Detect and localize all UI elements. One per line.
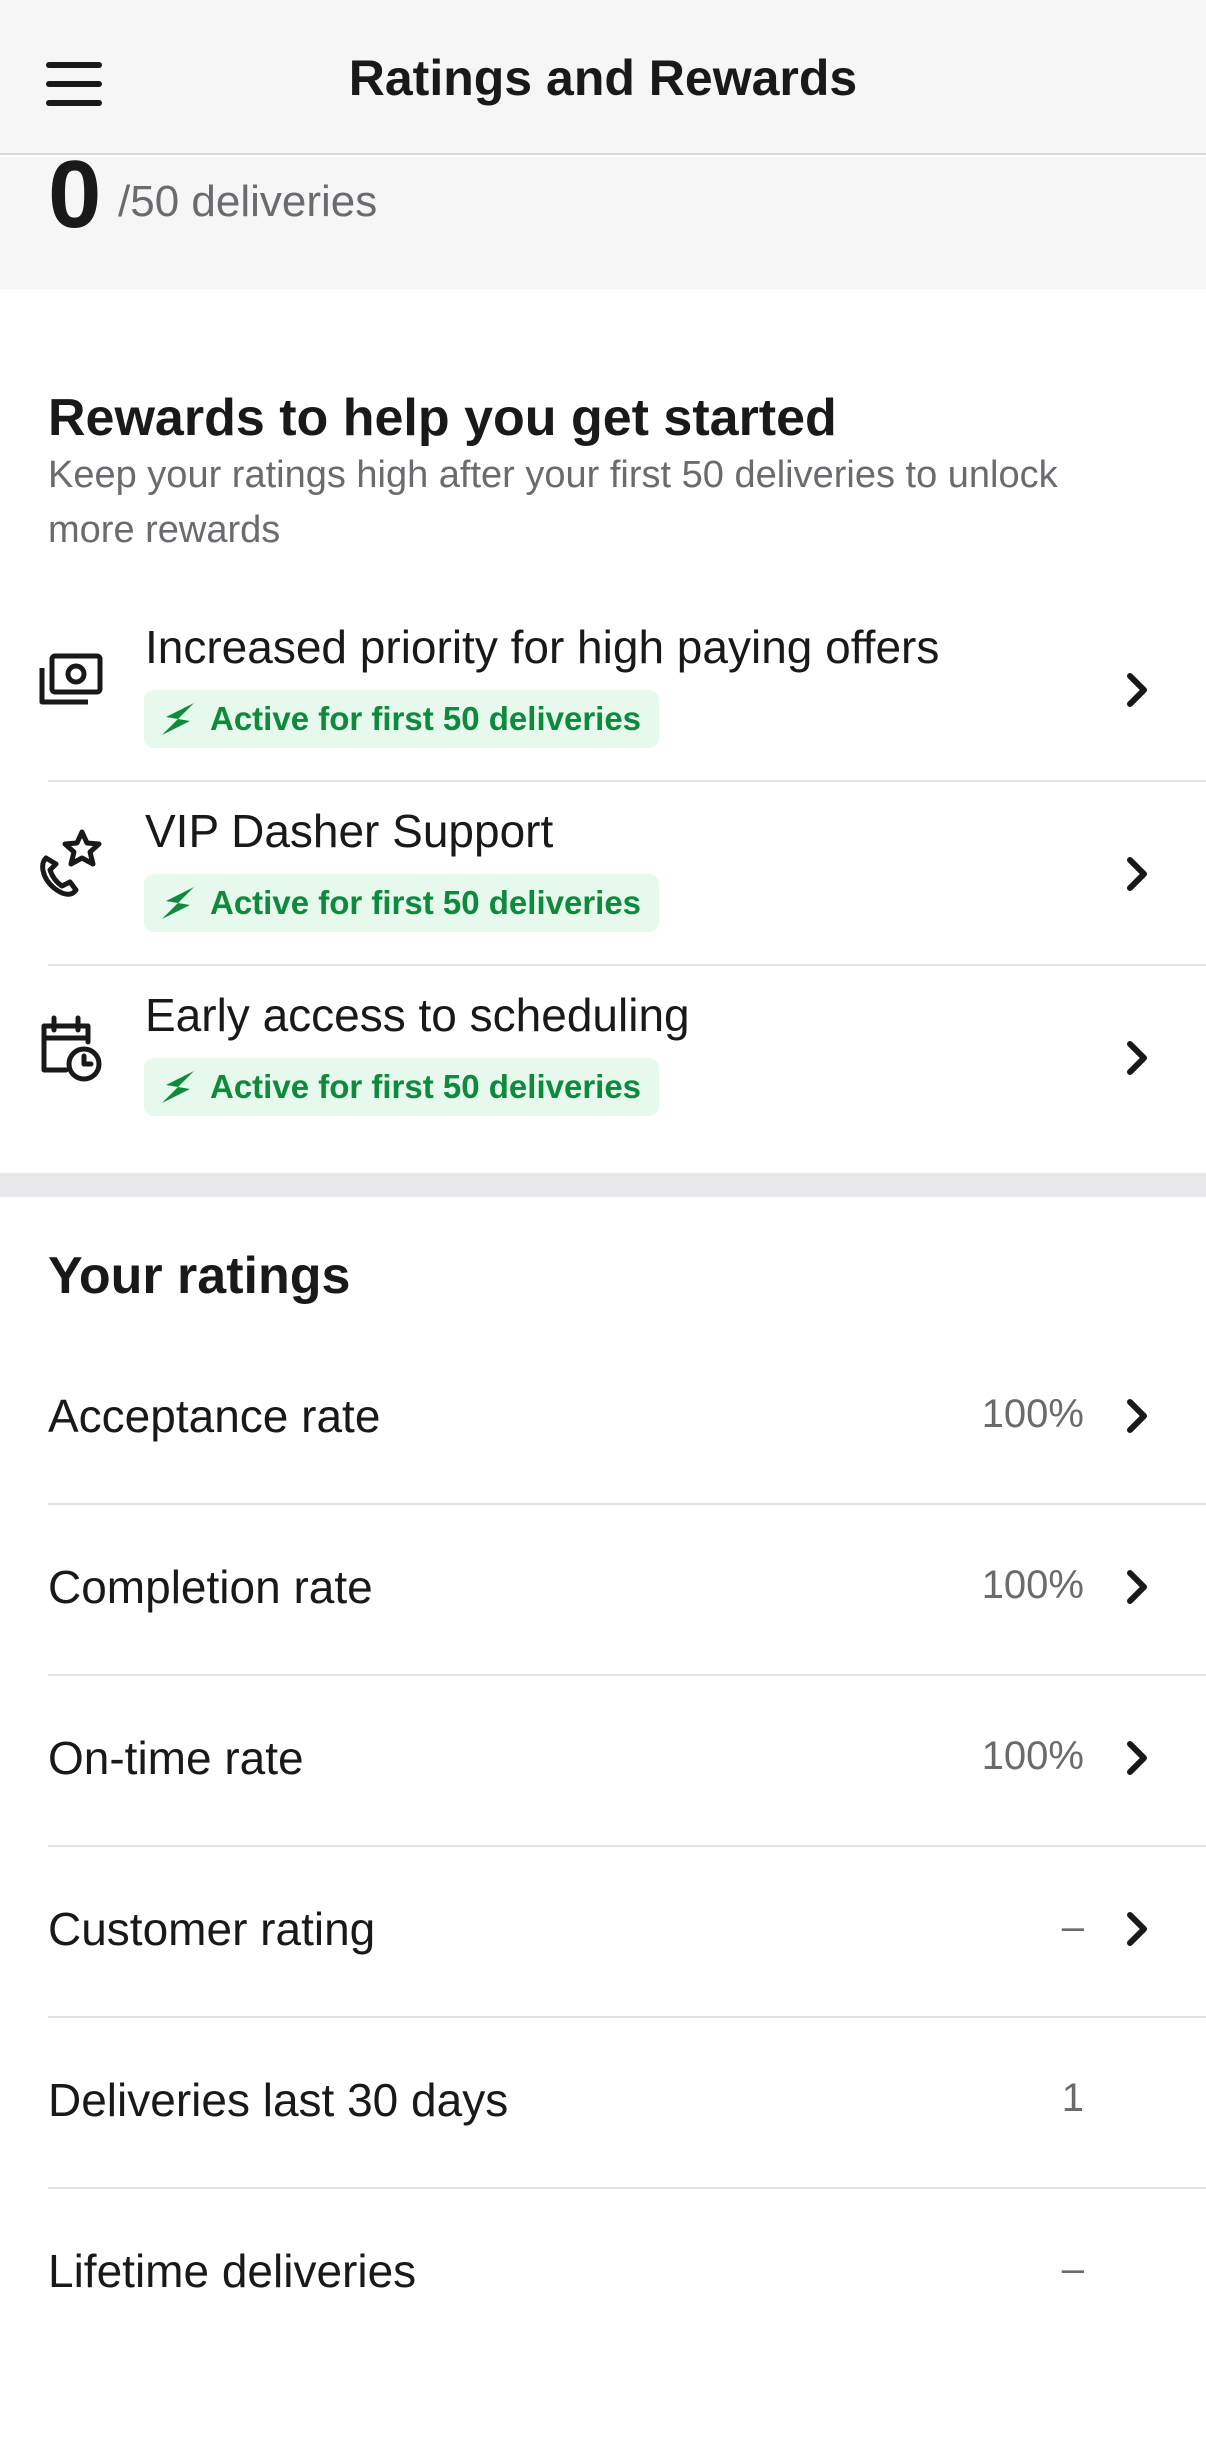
chevron-right-icon	[1127, 1399, 1147, 1433]
page-title: Ratings and Rewards	[348, 49, 858, 106]
status-badge: Active for first 50 deliveries	[144, 690, 660, 748]
rating-row-completion[interactable]: Completion rate 100%	[0, 1505, 1206, 1676]
top-bar: Ratings and Rewards	[0, 0, 1206, 155]
badge-text: Active for first 50 deliveries	[210, 700, 642, 737]
chevron-right-icon	[1127, 857, 1147, 891]
rating-label: Completion rate	[48, 1561, 373, 1613]
rating-value: –	[1061, 1905, 1084, 1949]
rewards-section-title: Rewards to help you get started	[48, 389, 837, 447]
chevron-right-icon	[1127, 1570, 1147, 1604]
hamburger-menu-icon[interactable]	[46, 62, 102, 106]
reward-title: VIP Dasher Support	[145, 805, 554, 857]
status-badge: Active for first 50 deliveries	[144, 1058, 660, 1116]
chevron-right-icon	[1127, 1912, 1147, 1946]
rating-row-on-time[interactable]: On-time rate 100%	[0, 1676, 1206, 1847]
calendar-clock-icon	[41, 1015, 102, 1082]
lightning-icon	[162, 1071, 194, 1103]
chevron-right-icon	[1127, 673, 1147, 707]
rating-label: Customer rating	[48, 1903, 376, 1955]
rating-row-acceptance[interactable]: Acceptance rate 100%	[0, 1334, 1206, 1505]
rating-value: 100%	[981, 1563, 1084, 1607]
reward-title: Increased priority for high paying offer…	[145, 621, 940, 673]
reward-row-vip-support[interactable]: VIP Dasher Support Active for first 50 d…	[0, 782, 1206, 966]
rating-value: 1	[1061, 2076, 1084, 2120]
lightning-icon	[162, 887, 194, 919]
phone-star-icon	[40, 829, 102, 897]
rating-value: 100%	[981, 1734, 1084, 1778]
rating-row-lifetime-deliveries: Lifetime deliveries –	[0, 2189, 1206, 2360]
reward-row-early-scheduling[interactable]: Early access to scheduling Active for fi…	[0, 966, 1206, 1150]
lightning-icon	[162, 703, 194, 735]
ratings-section-title: Your ratings	[48, 1247, 351, 1305]
money-stack-icon	[39, 653, 103, 705]
rating-row-customer[interactable]: Customer rating –	[0, 1847, 1206, 2018]
app-root: Ratings and Rewards 0 /50 deliveries Rew…	[0, 0, 1206, 2458]
delivery-count: 0	[48, 141, 102, 248]
status-badge: Active for first 50 deliveries	[144, 874, 660, 932]
rating-row-deliveries-30-days: Deliveries last 30 days 1	[0, 2018, 1206, 2189]
badge-text: Active for first 50 deliveries	[210, 884, 642, 921]
rating-label: Deliveries last 30 days	[48, 2074, 509, 2126]
reward-row-priority-offers[interactable]: Increased priority for high paying offer…	[0, 598, 1206, 782]
reward-title: Early access to scheduling	[145, 989, 690, 1041]
rating-label: Lifetime deliveries	[48, 2245, 417, 2297]
badge-text: Active for first 50 deliveries	[210, 1068, 642, 1105]
section-separator	[0, 1173, 1206, 1197]
rating-value: –	[1061, 2247, 1084, 2291]
rating-label: On-time rate	[48, 1732, 304, 1784]
delivery-progress: 0 /50 deliveries	[0, 147, 1206, 289]
chevron-right-icon	[1127, 1741, 1147, 1775]
rating-value: 100%	[981, 1392, 1084, 1436]
rewards-section-subtitle: Keep your ratings high after your first …	[48, 454, 1058, 551]
chevron-right-icon	[1127, 1041, 1147, 1075]
rating-label: Acceptance rate	[48, 1390, 381, 1442]
delivery-count-suffix: /50 deliveries	[118, 177, 378, 226]
